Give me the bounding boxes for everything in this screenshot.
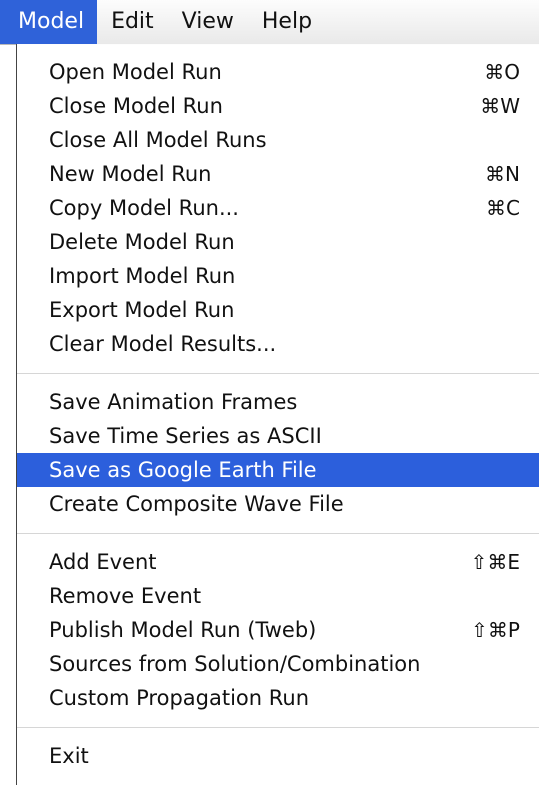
menu-item-save-animation-frames[interactable]: Save Animation Frames [17, 385, 539, 419]
menu-item-remove-event[interactable]: Remove Event [17, 579, 539, 613]
menu-item-close-model-run[interactable]: Close Model Run ⌘W [17, 89, 539, 123]
menu-item-shortcut: ⇧⌘P [471, 618, 520, 642]
model-dropdown-menu: Open Model Run ⌘O Close Model Run ⌘W Clo… [16, 44, 539, 785]
menu-item-import-model-run[interactable]: Import Model Run [17, 259, 539, 293]
menu-help[interactable]: Help [248, 0, 326, 44]
menu-item-custom-propagation-run[interactable]: Custom Propagation Run [17, 681, 539, 715]
menu-separator [17, 373, 539, 374]
menu-item-label: Open Model Run [49, 60, 222, 84]
menu-item-label: Publish Model Run (Tweb) [49, 618, 317, 642]
menu-top-padding [17, 44, 539, 55]
menu-item-label: Exit [49, 744, 89, 768]
menu-item-sources-from-solution[interactable]: Sources from Solution/Combination [17, 647, 539, 681]
menu-item-save-time-series-ascii[interactable]: Save Time Series as ASCII [17, 419, 539, 453]
menu-item-new-model-run[interactable]: New Model Run ⌘N [17, 157, 539, 191]
menu-item-open-model-run[interactable]: Open Model Run ⌘O [17, 55, 539, 89]
menu-item-label: Custom Propagation Run [49, 686, 310, 710]
menu-separator [17, 727, 539, 728]
menu-item-label: Copy Model Run... [49, 196, 239, 220]
menu-item-exit[interactable]: Exit [17, 739, 539, 773]
menu-item-label: Close Model Run [49, 94, 223, 118]
menu-item-label: Sources from Solution/Combination [49, 652, 421, 676]
menu-bar: Model Edit View Help [0, 0, 539, 45]
menu-item-save-google-earth-file[interactable]: Save as Google Earth File [17, 453, 539, 487]
menu-item-clear-model-results[interactable]: Clear Model Results... [17, 327, 539, 361]
menu-item-shortcut: ⇧⌘E [470, 550, 520, 574]
menu-item-shortcut: ⌘O [484, 60, 520, 84]
menu-item-label: Save Animation Frames [49, 390, 298, 414]
menu-item-label: Save Time Series as ASCII [49, 424, 322, 448]
menu-item-close-all-model-runs[interactable]: Close All Model Runs [17, 123, 539, 157]
menu-item-export-model-run[interactable]: Export Model Run [17, 293, 539, 327]
menu-model[interactable]: Model [0, 0, 98, 44]
menu-item-add-event[interactable]: Add Event ⇧⌘E [17, 545, 539, 579]
menu-item-label: Export Model Run [49, 298, 235, 322]
menu-item-label: Import Model Run [49, 264, 236, 288]
menu-item-label: Remove Event [49, 584, 202, 608]
menu-item-copy-model-run[interactable]: Copy Model Run... ⌘C [17, 191, 539, 225]
menu-item-delete-model-run[interactable]: Delete Model Run [17, 225, 539, 259]
menu-item-publish-model-run[interactable]: Publish Model Run (Tweb) ⇧⌘P [17, 613, 539, 647]
menu-item-label: Add Event [49, 550, 157, 574]
menu-item-label: Clear Model Results... [49, 332, 277, 356]
menu-item-shortcut: ⌘C [486, 196, 520, 220]
menu-edit[interactable]: Edit [97, 0, 168, 44]
menu-item-label: Delete Model Run [49, 230, 235, 254]
menu-separator [17, 533, 539, 534]
menu-item-create-composite-wave-file[interactable]: Create Composite Wave File [17, 487, 539, 521]
menu-item-label: Create Composite Wave File [49, 492, 344, 516]
menu-item-label: Close All Model Runs [49, 128, 267, 152]
menu-view[interactable]: View [168, 0, 248, 44]
menu-item-shortcut: ⌘N [485, 162, 520, 186]
menu-item-label: New Model Run [49, 162, 212, 186]
menu-item-label: Save as Google Earth File [49, 458, 317, 482]
menu-item-shortcut: ⌘W [480, 94, 520, 118]
